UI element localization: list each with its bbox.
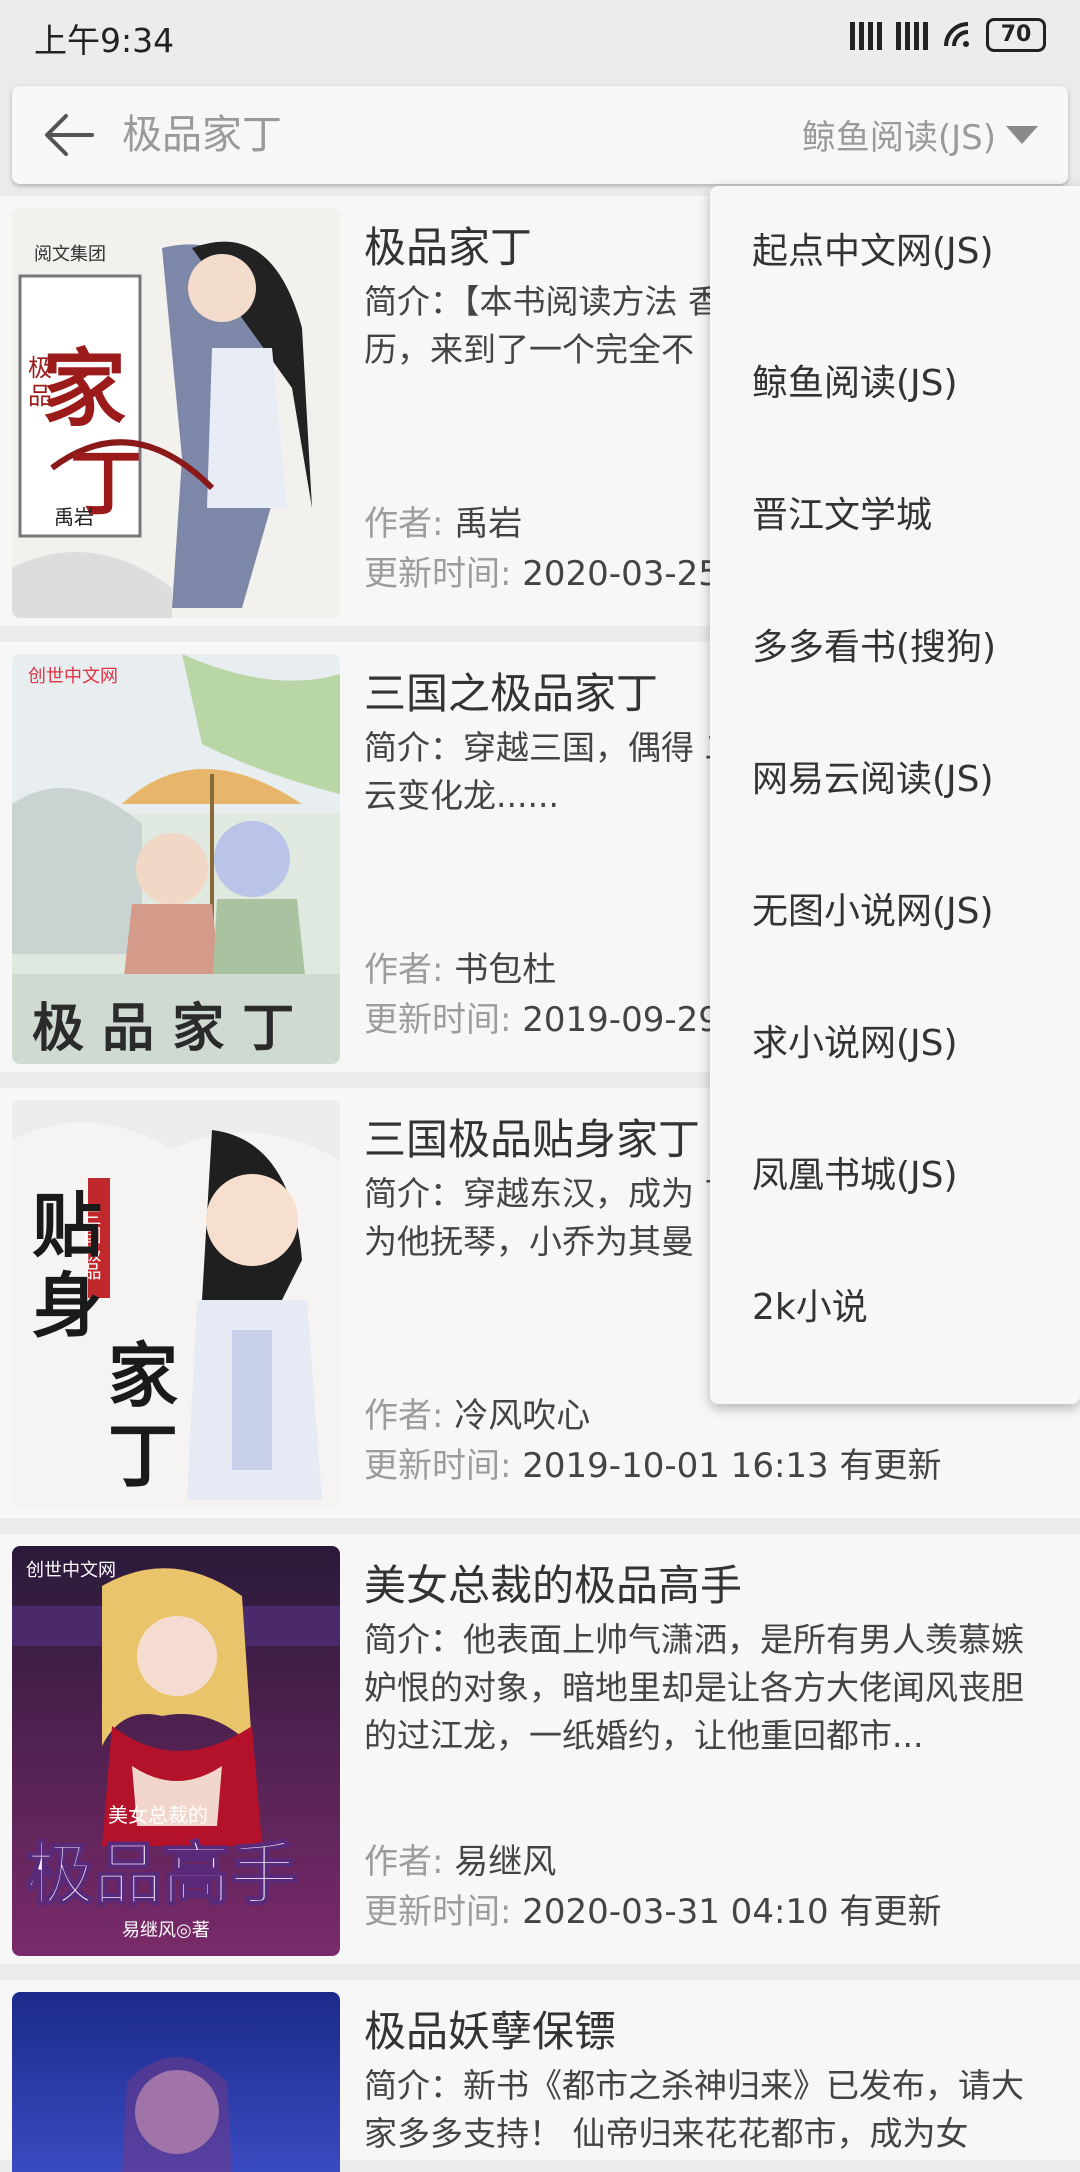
- book-cover: 三国极品 贴 身 家 丁: [12, 1100, 340, 1510]
- author-value: 书包杜: [454, 950, 557, 990]
- status-icons: 70: [850, 18, 1046, 52]
- book-title: 三国之极品家丁: [364, 669, 659, 718]
- svg-text:身: 身: [32, 1264, 102, 1347]
- svg-text:极: 极: [28, 354, 52, 382]
- book-cover: 阅文集团 家 丁 极 品 禹岩: [12, 208, 340, 618]
- status-bar: 上午9:34 70: [0, 0, 1080, 78]
- dropdown-option[interactable]: 起点中文网(JS): [752, 222, 994, 282]
- battery-indicator: 70: [986, 18, 1046, 52]
- svg-text:易继风◎著: 易继风◎著: [122, 1920, 210, 1941]
- book-author: 作者: 禹岩: [364, 496, 522, 545]
- author-label: 作者:: [364, 504, 444, 544]
- dropdown-option[interactable]: 求小说网(JS): [752, 1014, 958, 1074]
- dropdown-option[interactable]: 无图小说网(JS): [752, 882, 994, 942]
- author-label: 作者:: [364, 1396, 444, 1436]
- author-value: 冷风吹心: [454, 1396, 591, 1436]
- back-arrow-icon[interactable]: [40, 110, 96, 160]
- signal-icon: [850, 20, 882, 50]
- svg-text:贴: 贴: [32, 1184, 102, 1267]
- dropdown-option[interactable]: 凤凰书城(JS): [752, 1146, 958, 1206]
- book-title: 三国极品贴身家丁: [364, 1115, 701, 1164]
- search-bar: 鲸鱼阅读(JS): [12, 86, 1068, 184]
- status-time: 上午9:34: [34, 21, 175, 60]
- author-value: 禹岩: [454, 504, 523, 544]
- book-author: 作者: 冷风吹心: [364, 1388, 590, 1437]
- dropdown-option[interactable]: 晋江文学城: [752, 486, 932, 546]
- book-cover: 创世中文网 极 品 家 丁: [12, 654, 340, 1064]
- source-dropdown-menu: 起点中文网(JS) 鲸鱼阅读(JS) 晋江文学城 多多看书(搜狗) 网易云阅读(…: [710, 186, 1080, 1404]
- book-title: 极品妖孽保镖: [364, 2007, 617, 2056]
- updated-value: 2019-09-29: [522, 1000, 720, 1040]
- svg-text:创世中文网: 创世中文网: [28, 666, 118, 687]
- book-row[interactable]: 创世中文网 美女总裁的 极品高手 易继风◎著 美女总裁的极品高手 简介：他表面上…: [0, 1534, 1080, 1964]
- updated-value: 2020-03-31 04:10 有更新: [522, 1892, 942, 1932]
- author-value: 易继风: [454, 1842, 557, 1882]
- book-title: 极品家丁: [364, 223, 533, 272]
- search-input[interactable]: [122, 108, 682, 162]
- book-intro: 简介：他表面上帅气潇洒，是所有男人羡慕嫉妒恨的对象，暗地里却是让各方大佬闻风丧胆…: [364, 1620, 1024, 1755]
- source-select[interactable]: 鲸鱼阅读(JS): [802, 110, 1038, 159]
- source-select-label: 鲸鱼阅读(JS): [801, 118, 996, 158]
- svg-text:美女总裁的: 美女总裁的: [108, 1803, 208, 1827]
- dropdown-option[interactable]: 多多看书(搜狗): [752, 618, 996, 678]
- svg-text:禹岩: 禹岩: [54, 505, 94, 529]
- book-author: 作者: 书包杜: [364, 942, 556, 991]
- dropdown-option[interactable]: 2k小说: [752, 1278, 868, 1338]
- author-label: 作者:: [364, 950, 444, 990]
- book-updated: 更新时间: 2019-10-01 16:13 有更新: [364, 1438, 941, 1487]
- updated-label: 更新时间:: [364, 554, 512, 594]
- svg-text:创世中文网: 创世中文网: [26, 1560, 116, 1581]
- svg-text:极品高手: 极品高手: [26, 1835, 298, 1915]
- book-row[interactable]: 极品妖孽保镖 简介：新书《都市之杀神归来》已发布，请大家多多支持！ 仙帝归来花花…: [0, 1980, 1080, 2172]
- caret-down-icon: [1006, 125, 1038, 144]
- book-updated: 更新时间: 2020-03-31 04:10 有更新: [364, 1884, 941, 1933]
- svg-text:极 品 家 丁: 极 品 家 丁: [32, 998, 294, 1059]
- updated-value: 2020-03-25: [522, 554, 720, 594]
- book-author: 作者: 易继风: [364, 1834, 556, 1883]
- svg-text:家: 家: [42, 339, 126, 438]
- book-updated: 更新时间: 2019-09-29: [364, 992, 720, 1041]
- book-cover: [12, 1992, 340, 2172]
- updated-label: 更新时间:: [364, 1000, 512, 1040]
- book-title: 美女总裁的极品高手: [364, 1561, 743, 1610]
- updated-value: 2019-10-01 16:13 有更新: [522, 1446, 942, 1486]
- svg-text:品: 品: [28, 382, 52, 410]
- dropdown-option[interactable]: 网易云阅读(JS): [752, 750, 994, 810]
- svg-text:家: 家: [108, 1334, 178, 1417]
- updated-label: 更新时间:: [364, 1446, 512, 1486]
- dropdown-option[interactable]: 鲸鱼阅读(JS): [752, 354, 958, 414]
- book-updated: 更新时间: 2020-03-25: [364, 546, 720, 595]
- updated-label: 更新时间:: [364, 1892, 512, 1932]
- svg-text:阅文集团: 阅文集团: [34, 244, 106, 265]
- wifi-icon: [944, 22, 969, 47]
- book-intro: 简介：新书《都市之杀神归来》已发布，请大家多多支持！ 仙帝归来花花都市，成为女: [364, 2066, 1024, 2153]
- book-cover: 创世中文网 美女总裁的 极品高手 易继风◎著: [12, 1546, 340, 1956]
- signal-icon-2: [896, 20, 928, 50]
- author-label: 作者:: [364, 1842, 444, 1882]
- svg-text:丁: 丁: [108, 1414, 178, 1497]
